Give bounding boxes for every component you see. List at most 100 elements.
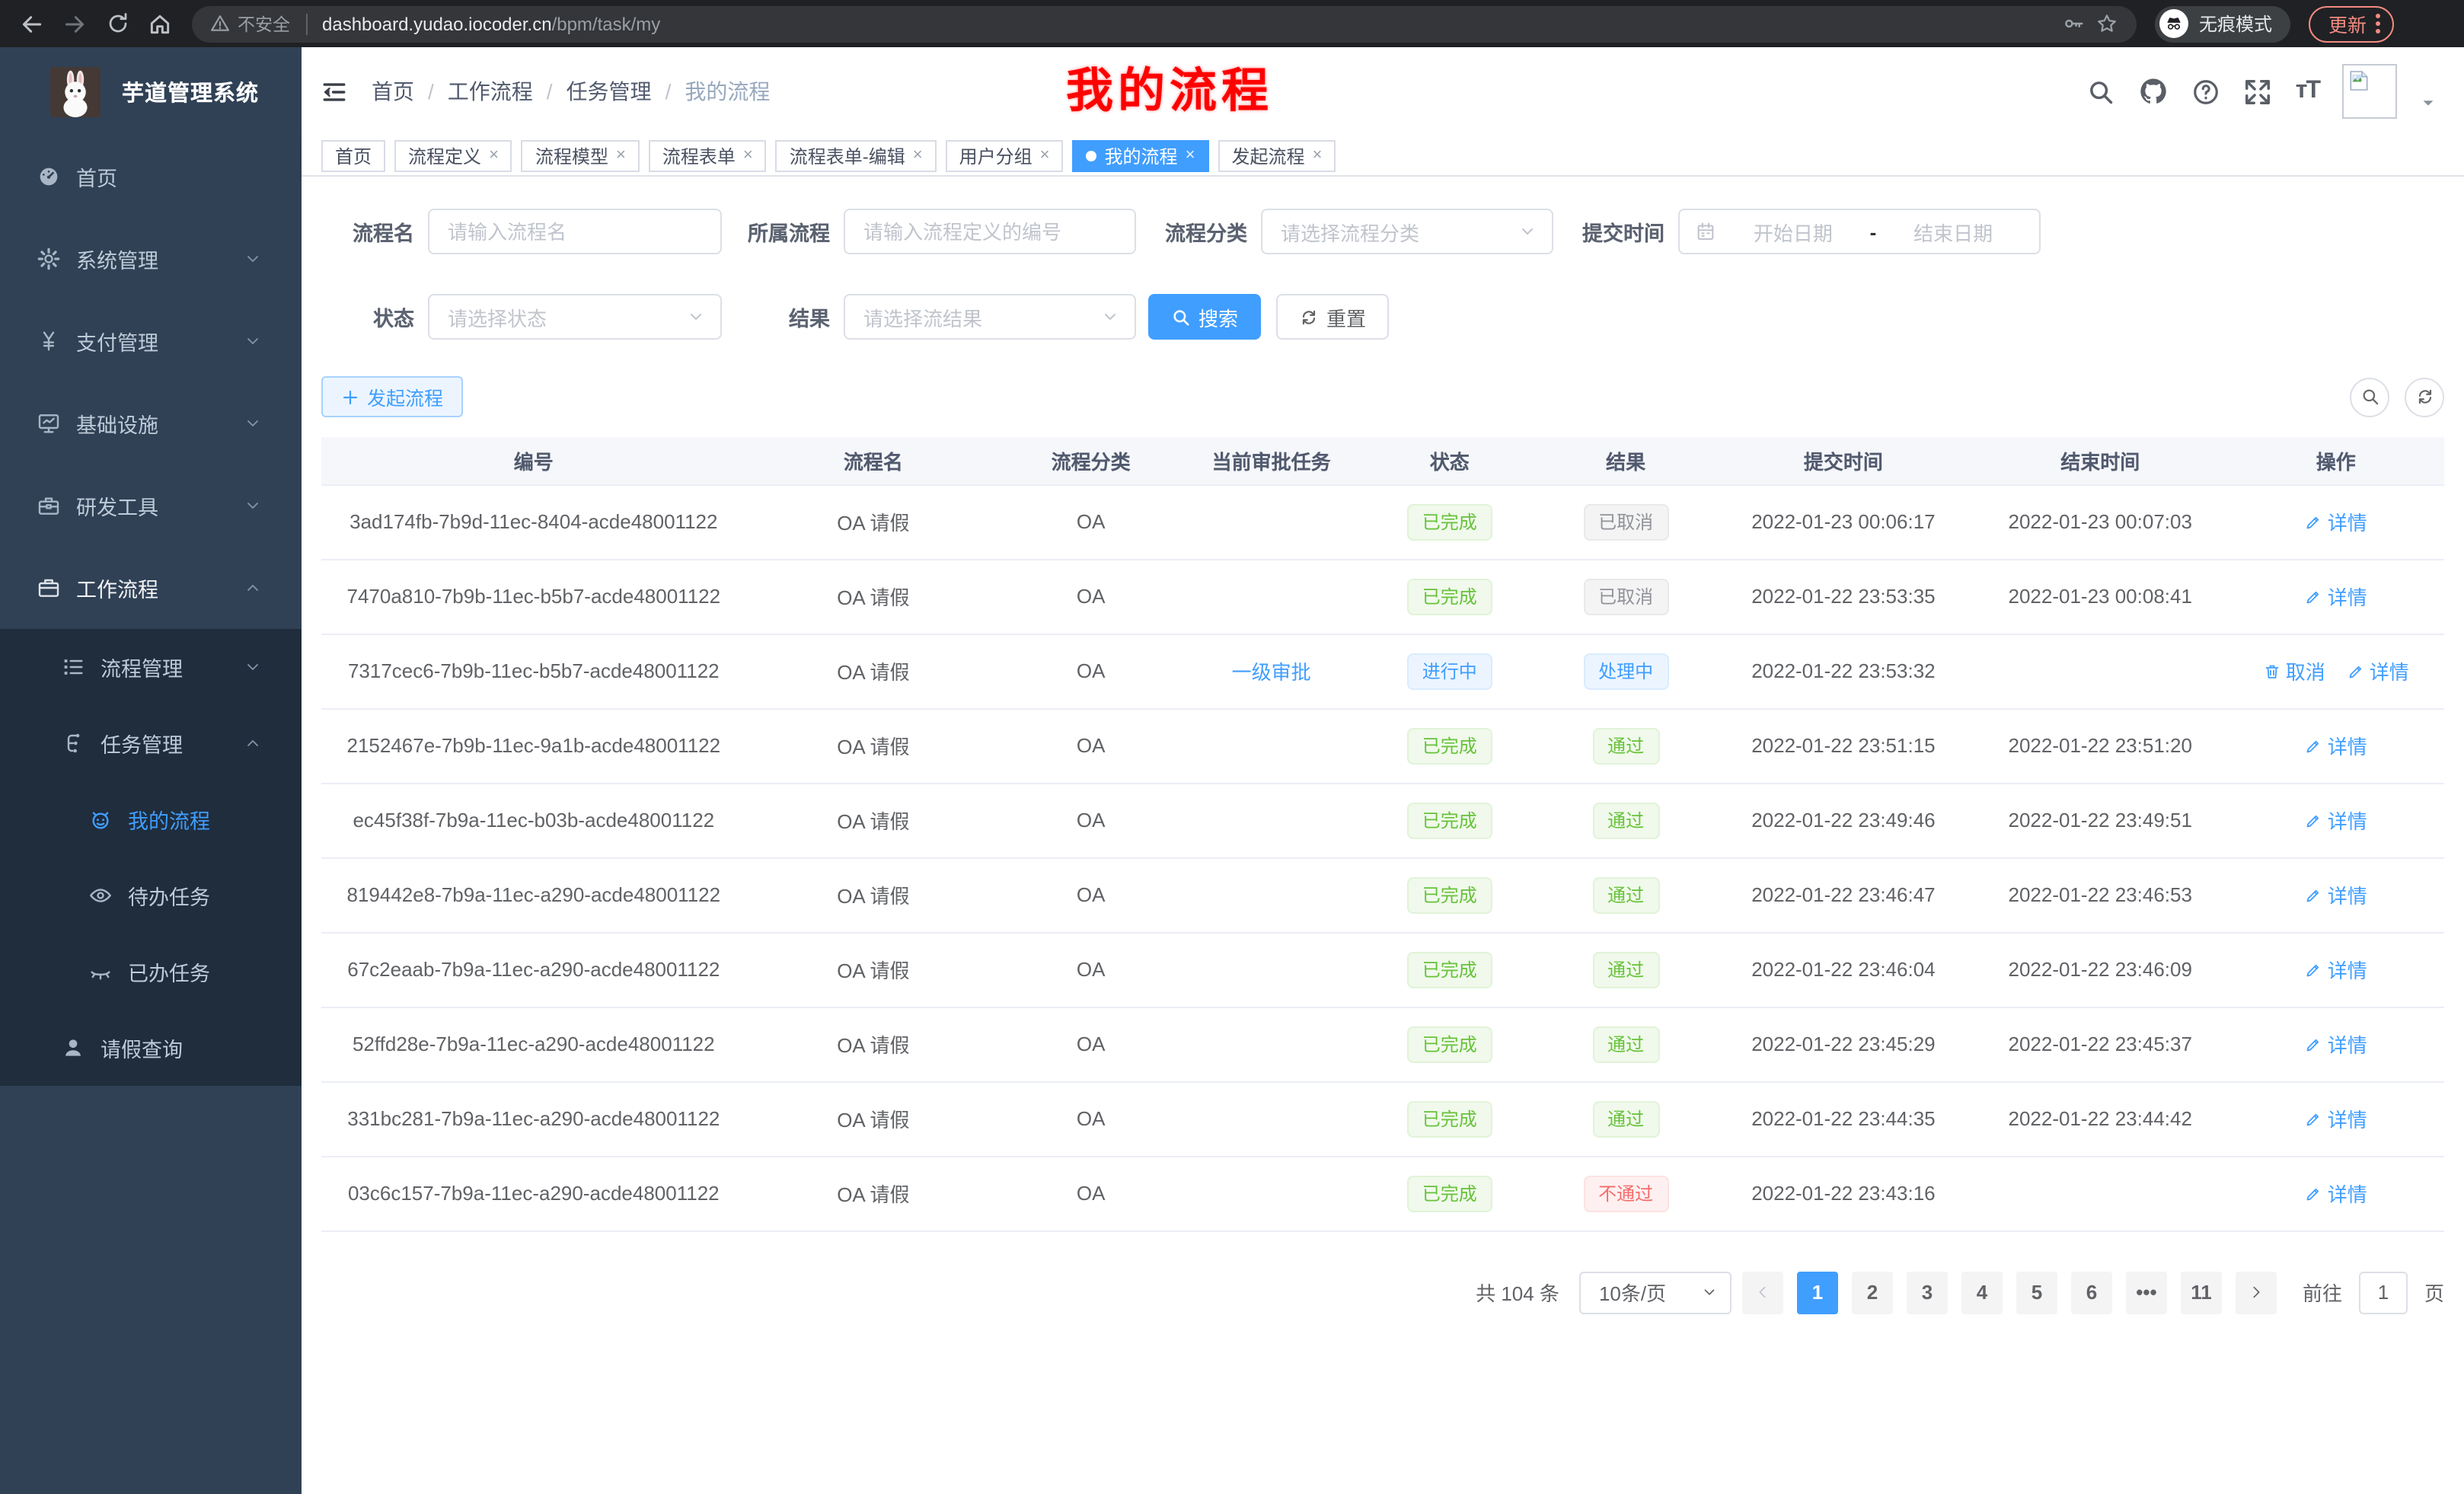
sidebar-item-leave-query[interactable]: 请假查询 (0, 1010, 302, 1086)
logo-row[interactable]: 芋道管理系统 (0, 47, 302, 136)
cell-current-task (1181, 857, 1361, 932)
font-size-icon[interactable]: ᴛT (2296, 78, 2319, 105)
status-select[interactable]: 请选择状态 (428, 294, 722, 340)
tree-icon (61, 731, 85, 755)
detail-link[interactable]: 详情 (2305, 507, 2367, 536)
avatar[interactable] (2342, 64, 2397, 119)
sidebar-item-infrastructure[interactable]: 基础设施 (0, 382, 302, 464)
forward-icon[interactable] (55, 4, 94, 43)
list-icon (61, 655, 85, 679)
date-start-placeholder: 开始日期 (1722, 217, 1864, 246)
task-link[interactable]: 一级审批 (1232, 661, 1311, 684)
browser-menu-icon[interactable] (2376, 14, 2380, 34)
cell-actions: 详情 (2228, 1081, 2445, 1156)
sidebar-item-workflow[interactable]: 工作流程 (0, 547, 302, 629)
close-icon[interactable]: × (1186, 147, 1195, 164)
cancel-link[interactable]: 取消 (2263, 656, 2325, 685)
process-name-input[interactable] (429, 210, 720, 253)
table-toolbar: 发起流程 (321, 376, 2444, 417)
page-button-4[interactable]: 4 (1961, 1271, 2003, 1314)
sidebar-item-system-management[interactable]: 系统管理 (0, 218, 302, 300)
tab-流程表单[interactable]: 流程表单× (649, 139, 767, 171)
detail-link[interactable]: 详情 (2305, 731, 2367, 760)
github-icon[interactable] (2139, 76, 2169, 107)
sidebar-item-process-management[interactable]: 流程管理 (0, 629, 302, 705)
tab-首页[interactable]: 首页 (321, 139, 385, 171)
breadcrumb-item[interactable]: 任务管理 (567, 76, 652, 107)
breadcrumb-item[interactable]: 工作流程 (448, 76, 533, 107)
tab-我的流程[interactable]: 我的流程× (1073, 139, 1209, 171)
home-icon[interactable] (140, 4, 180, 43)
back-icon[interactable] (12, 4, 52, 43)
collapse-sidebar-icon[interactable] (321, 78, 347, 104)
process-definition-input[interactable] (845, 210, 1135, 253)
reset-button[interactable]: 重置 (1276, 294, 1389, 340)
page-button-1[interactable]: 1 (1797, 1271, 1838, 1314)
refresh-table-button[interactable] (2405, 377, 2444, 417)
bookmark-star-icon[interactable] (2095, 12, 2118, 35)
breadcrumb-item[interactable]: 首页 (372, 76, 414, 107)
fullscreen-icon[interactable] (2244, 77, 2273, 106)
app-logo (50, 66, 101, 117)
help-icon[interactable] (2192, 77, 2221, 106)
detail-link[interactable]: 详情 (2305, 1030, 2367, 1058)
sidebar-item-my-process[interactable]: 我的流程 (0, 781, 302, 857)
category-select[interactable]: 请选择流程分类 (1261, 209, 1553, 254)
page-button-3[interactable]: 3 (1907, 1271, 1948, 1314)
column-header: 编号 (321, 437, 746, 484)
cell-name: OA 请假 (746, 634, 1001, 708)
tab-用户分组[interactable]: 用户分组× (946, 139, 1064, 171)
filter-result-label: 结果 (737, 302, 844, 332)
cell-status: 已完成 (1361, 1007, 1537, 1081)
result-select[interactable]: 请选择流结果 (844, 294, 1136, 340)
tab-发起流程[interactable]: 发起流程× (1218, 139, 1336, 171)
search-icon[interactable] (2087, 77, 2116, 106)
cell-end-time: 2022-01-22 23:44:42 (1973, 1081, 2228, 1156)
sidebar-item-done-tasks[interactable]: 已办任务 (0, 934, 302, 1010)
search-button[interactable]: 搜索 (1148, 294, 1261, 340)
page-size-select[interactable]: 10条/页 (1579, 1271, 1732, 1314)
close-icon[interactable]: × (913, 147, 923, 164)
submit-time-range-picker[interactable]: 开始日期 - 结束日期 (1678, 209, 2041, 254)
close-icon[interactable]: × (1312, 147, 1322, 164)
tab-流程模型[interactable]: 流程模型× (522, 139, 640, 171)
goto-page-input[interactable] (2359, 1271, 2408, 1314)
detail-link[interactable]: 详情 (2305, 1179, 2367, 1208)
close-icon[interactable]: × (616, 147, 626, 164)
prev-page-button[interactable] (1742, 1271, 1783, 1314)
page-button-11[interactable]: 11 (2181, 1271, 2222, 1314)
sidebar-item-dev-tools[interactable]: 研发工具 (0, 464, 302, 547)
close-icon[interactable]: × (743, 147, 753, 164)
detail-link[interactable]: 详情 (2305, 1104, 2367, 1133)
next-page-button[interactable] (2236, 1271, 2277, 1314)
status-badge: 已完成 (1407, 876, 1492, 913)
edit-icon (2305, 587, 2323, 605)
page-button-...[interactable]: ••• (2126, 1271, 2167, 1314)
sidebar-item-task-management[interactable]: 任务管理 (0, 705, 302, 781)
key-icon[interactable] (2062, 12, 2085, 35)
caret-down-icon[interactable] (2420, 94, 2437, 110)
detail-link[interactable]: 详情 (2347, 656, 2409, 685)
page-button-2[interactable]: 2 (1852, 1271, 1893, 1314)
address-bar[interactable]: 不安全 dashboard.yudao.iocoder.cn/bpm/task/… (192, 5, 2137, 42)
edit-icon (2305, 811, 2323, 829)
detail-link[interactable]: 详情 (2305, 955, 2367, 984)
close-icon[interactable]: × (1040, 147, 1050, 164)
detail-link[interactable]: 详情 (2305, 880, 2367, 909)
page-button-5[interactable]: 5 (2016, 1271, 2057, 1314)
close-icon[interactable]: × (489, 147, 499, 164)
toggle-search-button[interactable] (2350, 377, 2389, 417)
sidebar-item-payment-management[interactable]: 支付管理 (0, 300, 302, 382)
detail-link[interactable]: 详情 (2305, 806, 2367, 835)
create-process-button[interactable]: 发起流程 (321, 376, 463, 417)
sidebar-item-todo-tasks[interactable]: 待办任务 (0, 857, 302, 934)
sidebar-item-home[interactable]: 首页 (0, 136, 302, 218)
update-button[interactable]: 更新 (2309, 5, 2394, 42)
page-button-6[interactable]: 6 (2071, 1271, 2112, 1314)
eye-closed-icon (88, 959, 113, 984)
tab-流程定义[interactable]: 流程定义× (394, 139, 512, 171)
detail-link[interactable]: 详情 (2305, 582, 2367, 611)
tab-流程表单-编辑[interactable]: 流程表单-编辑× (776, 139, 937, 171)
cell-end-time: 2022-01-23 00:08:41 (1973, 559, 2228, 634)
reload-icon[interactable] (97, 4, 137, 43)
